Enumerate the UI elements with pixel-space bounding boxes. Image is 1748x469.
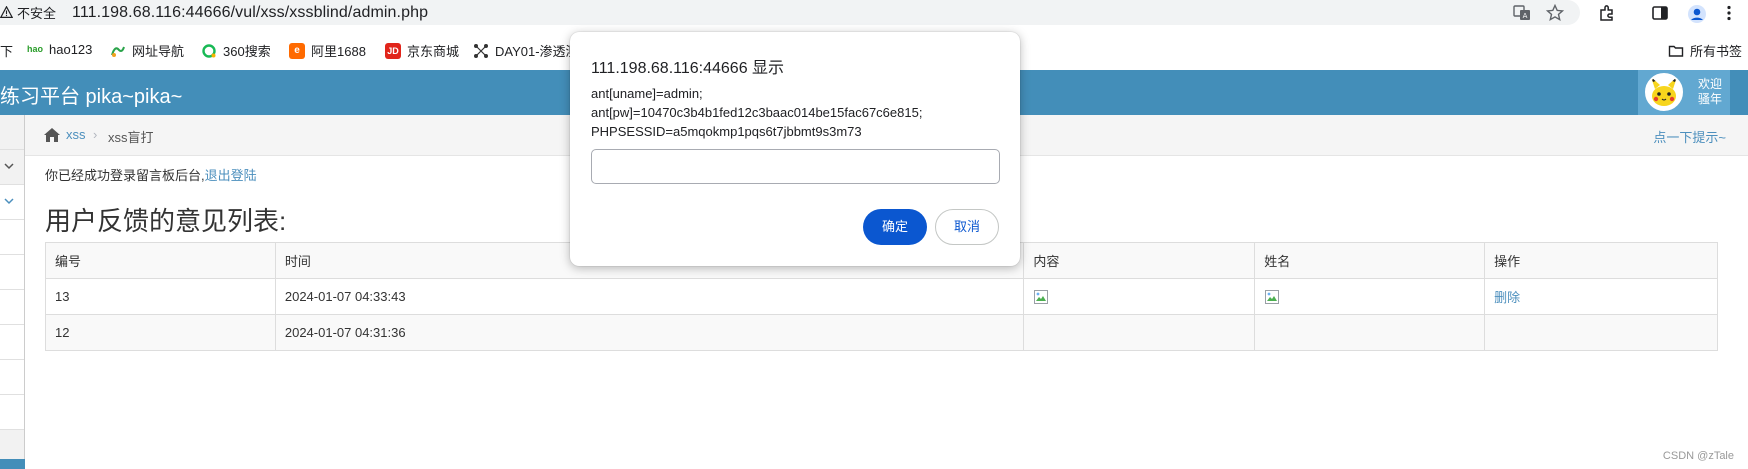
column-header-action: 操作: [1484, 242, 1718, 279]
sidebar-collapse-bar[interactable]: [0, 459, 25, 469]
cell-action: 删除: [1484, 278, 1718, 315]
sidebar-item[interactable]: [0, 325, 24, 360]
side-panel-icon[interactable]: [1651, 4, 1669, 22]
watermark: CSDN @zTale: [1662, 450, 1734, 462]
bookmark-label: 网址导航: [132, 44, 185, 59]
sidebar-item[interactable]: [0, 150, 24, 185]
profile-icon[interactable]: [1687, 4, 1706, 23]
cell-time: 2024-01-07 04:31:36: [274, 314, 1025, 351]
table-row: 13 2024-01-07 04:33:43 删除: [45, 278, 1718, 315]
bookmark-item[interactable]: 下: [0, 41, 13, 60]
sidebar-item[interactable]: [0, 115, 24, 150]
bookmark-label: hao123: [49, 41, 93, 57]
page-title: 用户反馈的意见列表:: [45, 206, 287, 236]
column-header-name: 姓名: [1254, 242, 1486, 279]
cell-id: 13: [45, 278, 276, 315]
bookmark-label: DAY01-渗透测: [495, 44, 579, 59]
broken-image-icon: [1265, 289, 1280, 304]
welcome-line: 欢迎: [1698, 77, 1723, 91]
welcome-text: 欢迎 骚年: [1698, 77, 1722, 107]
nav-icon: [110, 42, 126, 59]
login-message-text: 你已经成功登录留言板后台,: [45, 168, 205, 183]
dialog-message-line: PHPSESSID=a5mqokmp1pqs6t7jbbmt9s3m73: [591, 124, 862, 139]
cancel-button[interactable]: 取消: [935, 209, 999, 245]
user-menu[interactable]: 欢迎 骚年: [1638, 70, 1730, 115]
delete-link[interactable]: 删除: [1494, 290, 1520, 305]
login-message: 你已经成功登录留言板后台,退出登陆: [45, 165, 257, 184]
ali1688-icon: e: [289, 42, 305, 59]
cell-action: [1484, 314, 1718, 351]
bookmark-label: 360搜索: [223, 44, 271, 59]
chevron-down-icon: [3, 195, 15, 210]
browser-toolbar: 不安全 111.198.68.116:44666/vul/xss/xssblin…: [0, 0, 1748, 25]
bookmark-label: 阿里1688: [311, 44, 366, 59]
dialog-message-line: ant[uname]=admin;: [591, 86, 703, 101]
extensions-icon[interactable]: [1598, 4, 1616, 22]
bookmark-jd[interactable]: JD 京东商城: [385, 41, 459, 60]
dialog-message-line: ant[pw]=10470c3b4b1fed12c3baac014be15fac…: [591, 105, 923, 120]
hao123-icon: hao: [27, 41, 43, 57]
breadcrumb-separator: ›: [93, 127, 98, 142]
site-brand[interactable]: 练习平台 pika~pika~: [0, 80, 182, 109]
sidebar-item[interactable]: [0, 360, 24, 395]
sidebar-item[interactable]: [0, 185, 24, 220]
bookmark-nav[interactable]: 网址导航: [110, 41, 184, 60]
sidebar-item[interactable]: [0, 220, 24, 255]
jd-icon: JD: [385, 42, 401, 59]
url-text[interactable]: 111.198.68.116:44666/vul/xss/xssblind/ad…: [72, 4, 428, 22]
broken-image-icon: [1034, 289, 1049, 304]
menu-dots-icon[interactable]: [1720, 4, 1738, 22]
column-header-id: 编号: [45, 242, 276, 279]
home-icon[interactable]: [43, 127, 61, 143]
all-bookmarks[interactable]: 所有书签: [1668, 41, 1742, 60]
cell-content: [1023, 314, 1256, 351]
sidebar-item[interactable]: [0, 255, 24, 290]
cell-id: 12: [45, 314, 276, 351]
dialog-input[interactable]: [591, 149, 1000, 184]
pikachu-avatar: [1645, 73, 1683, 111]
breadcrumb-current: xss盲打: [108, 130, 154, 145]
ok-button[interactable]: 确定: [863, 209, 927, 245]
hint-link[interactable]: 点一下提示~: [1653, 127, 1726, 146]
column-header-content: 内容: [1023, 242, 1256, 279]
dialog-message: ant[uname]=admin; ant[pw]=10470c3b4b1fed…: [591, 84, 1011, 141]
breadcrumb-link-xss[interactable]: xss: [66, 127, 86, 142]
translate-icon[interactable]: A: [1513, 4, 1531, 22]
sidebar-item[interactable]: [0, 395, 24, 430]
address-bar[interactable]: 不安全 111.198.68.116:44666/vul/xss/xssblin…: [0, 0, 1580, 25]
welcome-username: 骚年: [1698, 92, 1723, 106]
sidebar-item[interactable]: [0, 290, 24, 325]
cell-name: [1254, 278, 1486, 315]
chevron-down-icon: [3, 160, 15, 175]
graph-icon: [473, 42, 489, 59]
dialog-title: 111.198.68.116:44666 显示: [591, 60, 785, 77]
insecure-label: 不安全: [17, 6, 57, 21]
all-bookmarks-label: 所有书签: [1690, 44, 1743, 59]
cell-content: [1023, 278, 1256, 315]
logout-link[interactable]: 退出登陆: [205, 168, 257, 183]
folder-icon: [1668, 42, 1684, 59]
prompt-dialog: 111.198.68.116:44666 显示 ant[uname]=admin…: [570, 32, 1020, 266]
bookmark-1688[interactable]: e 阿里1688: [289, 41, 366, 60]
svg-text:A: A: [1523, 12, 1528, 20]
360-search-icon: [201, 42, 217, 59]
cell-time: 2024-01-07 04:33:43: [274, 278, 1025, 315]
bookmark-360[interactable]: 360搜索: [201, 41, 271, 60]
bookmark-label: 京东商城: [407, 44, 460, 59]
cell-name: [1254, 314, 1486, 351]
bookmark-day01[interactable]: DAY01-渗透测: [473, 41, 579, 60]
bookmark-label: 下: [0, 44, 14, 59]
star-bookmark-icon[interactable]: [1545, 3, 1565, 22]
bookmark-hao123[interactable]: hao hao123: [27, 41, 92, 57]
warning-icon: [0, 6, 13, 18]
table-row: 12 2024-01-07 04:31:36: [45, 314, 1718, 351]
security-indicator[interactable]: 不安全: [0, 3, 56, 22]
sidebar: [0, 115, 25, 469]
